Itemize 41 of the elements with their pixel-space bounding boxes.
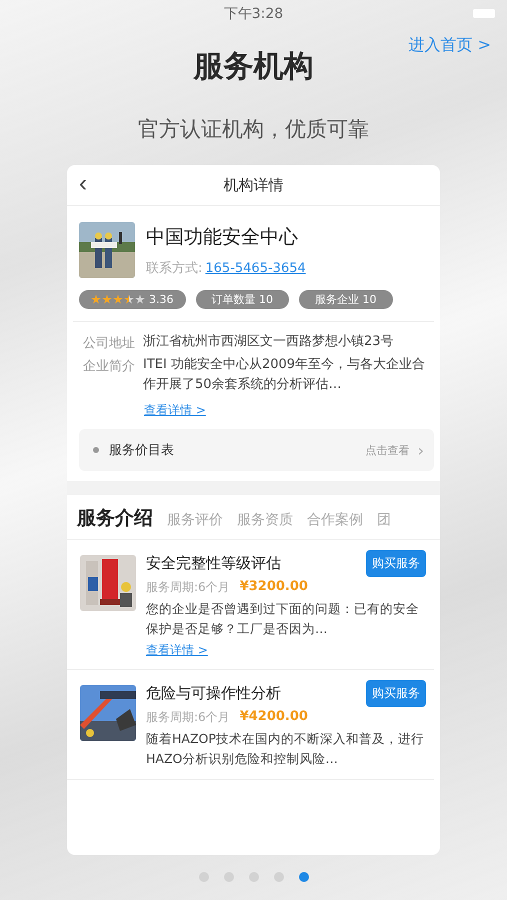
page-subtitle: 官方认证机构，优质可靠	[137, 116, 370, 143]
service-description: 随着HAZOP技术在国内的不断深入和普及，进行HAZO分析识别危险和控制风险…	[146, 730, 425, 768]
price-list-action: 点击查看	[366, 442, 410, 458]
tab[interactable]: 服务评价	[167, 511, 223, 529]
org-name: 中国功能安全中心	[146, 225, 299, 250]
tab[interactable]: 合作案例	[307, 511, 363, 529]
chevron-icon: ›	[418, 440, 424, 460]
service-period: 服务周期:6个月	[146, 709, 230, 726]
detail-label: 企业简介	[83, 358, 135, 376]
price-list-title: 服务价目表	[109, 442, 175, 459]
nav-title: 机构详情	[224, 176, 284, 194]
buy-button[interactable]: 购买服务	[366, 680, 426, 707]
buy-button[interactable]: 购买服务	[366, 550, 426, 577]
service-description: 您的企业是否曾遇到过下面的问题：已有的安全保护是否足够？工厂是否因为…	[146, 600, 420, 638]
detail-value: 浙江省杭州市西湖区文一西路梦想小镇23号	[143, 333, 394, 351]
details-link[interactable]: 查看详情 >	[144, 402, 206, 419]
phone-link[interactable]: 165-5465-3654	[205, 261, 306, 276]
stat-badge: 订单数量 10	[196, 290, 289, 309]
service-price: ¥3200.00	[240, 579, 308, 596]
bullet-icon	[93, 447, 99, 453]
tab[interactable]: 服务资质	[237, 511, 293, 529]
page-title: 服务机构	[194, 48, 314, 86]
price-list-row[interactable]: 服务价目表 点击查看 ›	[79, 429, 434, 471]
tab[interactable]: 团	[377, 511, 391, 529]
detail-value: ITEI 功能安全中心从2009年至今，与各大企业合作开展了50余套系统的分析评估…	[143, 356, 426, 394]
service-title: 危险与可操作性分析	[146, 684, 281, 703]
back-button[interactable]: ‹	[75, 171, 91, 197]
status-time: 下午3:28	[224, 5, 284, 23]
service-period: 服务周期:6个月	[146, 579, 230, 596]
tab[interactable]: 服务介绍	[77, 505, 153, 531]
page-dot[interactable]	[274, 872, 284, 882]
service-price: ¥4200.00	[240, 709, 308, 726]
stat-badge: 服务企业 10	[299, 290, 392, 309]
contact-label: 联系方式:	[146, 261, 202, 276]
page-dot[interactable]	[298, 872, 308, 882]
details-link[interactable]: 查看详情 >	[146, 642, 208, 659]
detail-label: 公司地址	[83, 335, 135, 352]
battery-icon	[473, 9, 495, 18]
service-title: 安全完整性等级评估	[146, 554, 281, 573]
rating-value: 3.36	[149, 293, 174, 306]
home-link[interactable]: 进入首页 >	[408, 35, 491, 56]
